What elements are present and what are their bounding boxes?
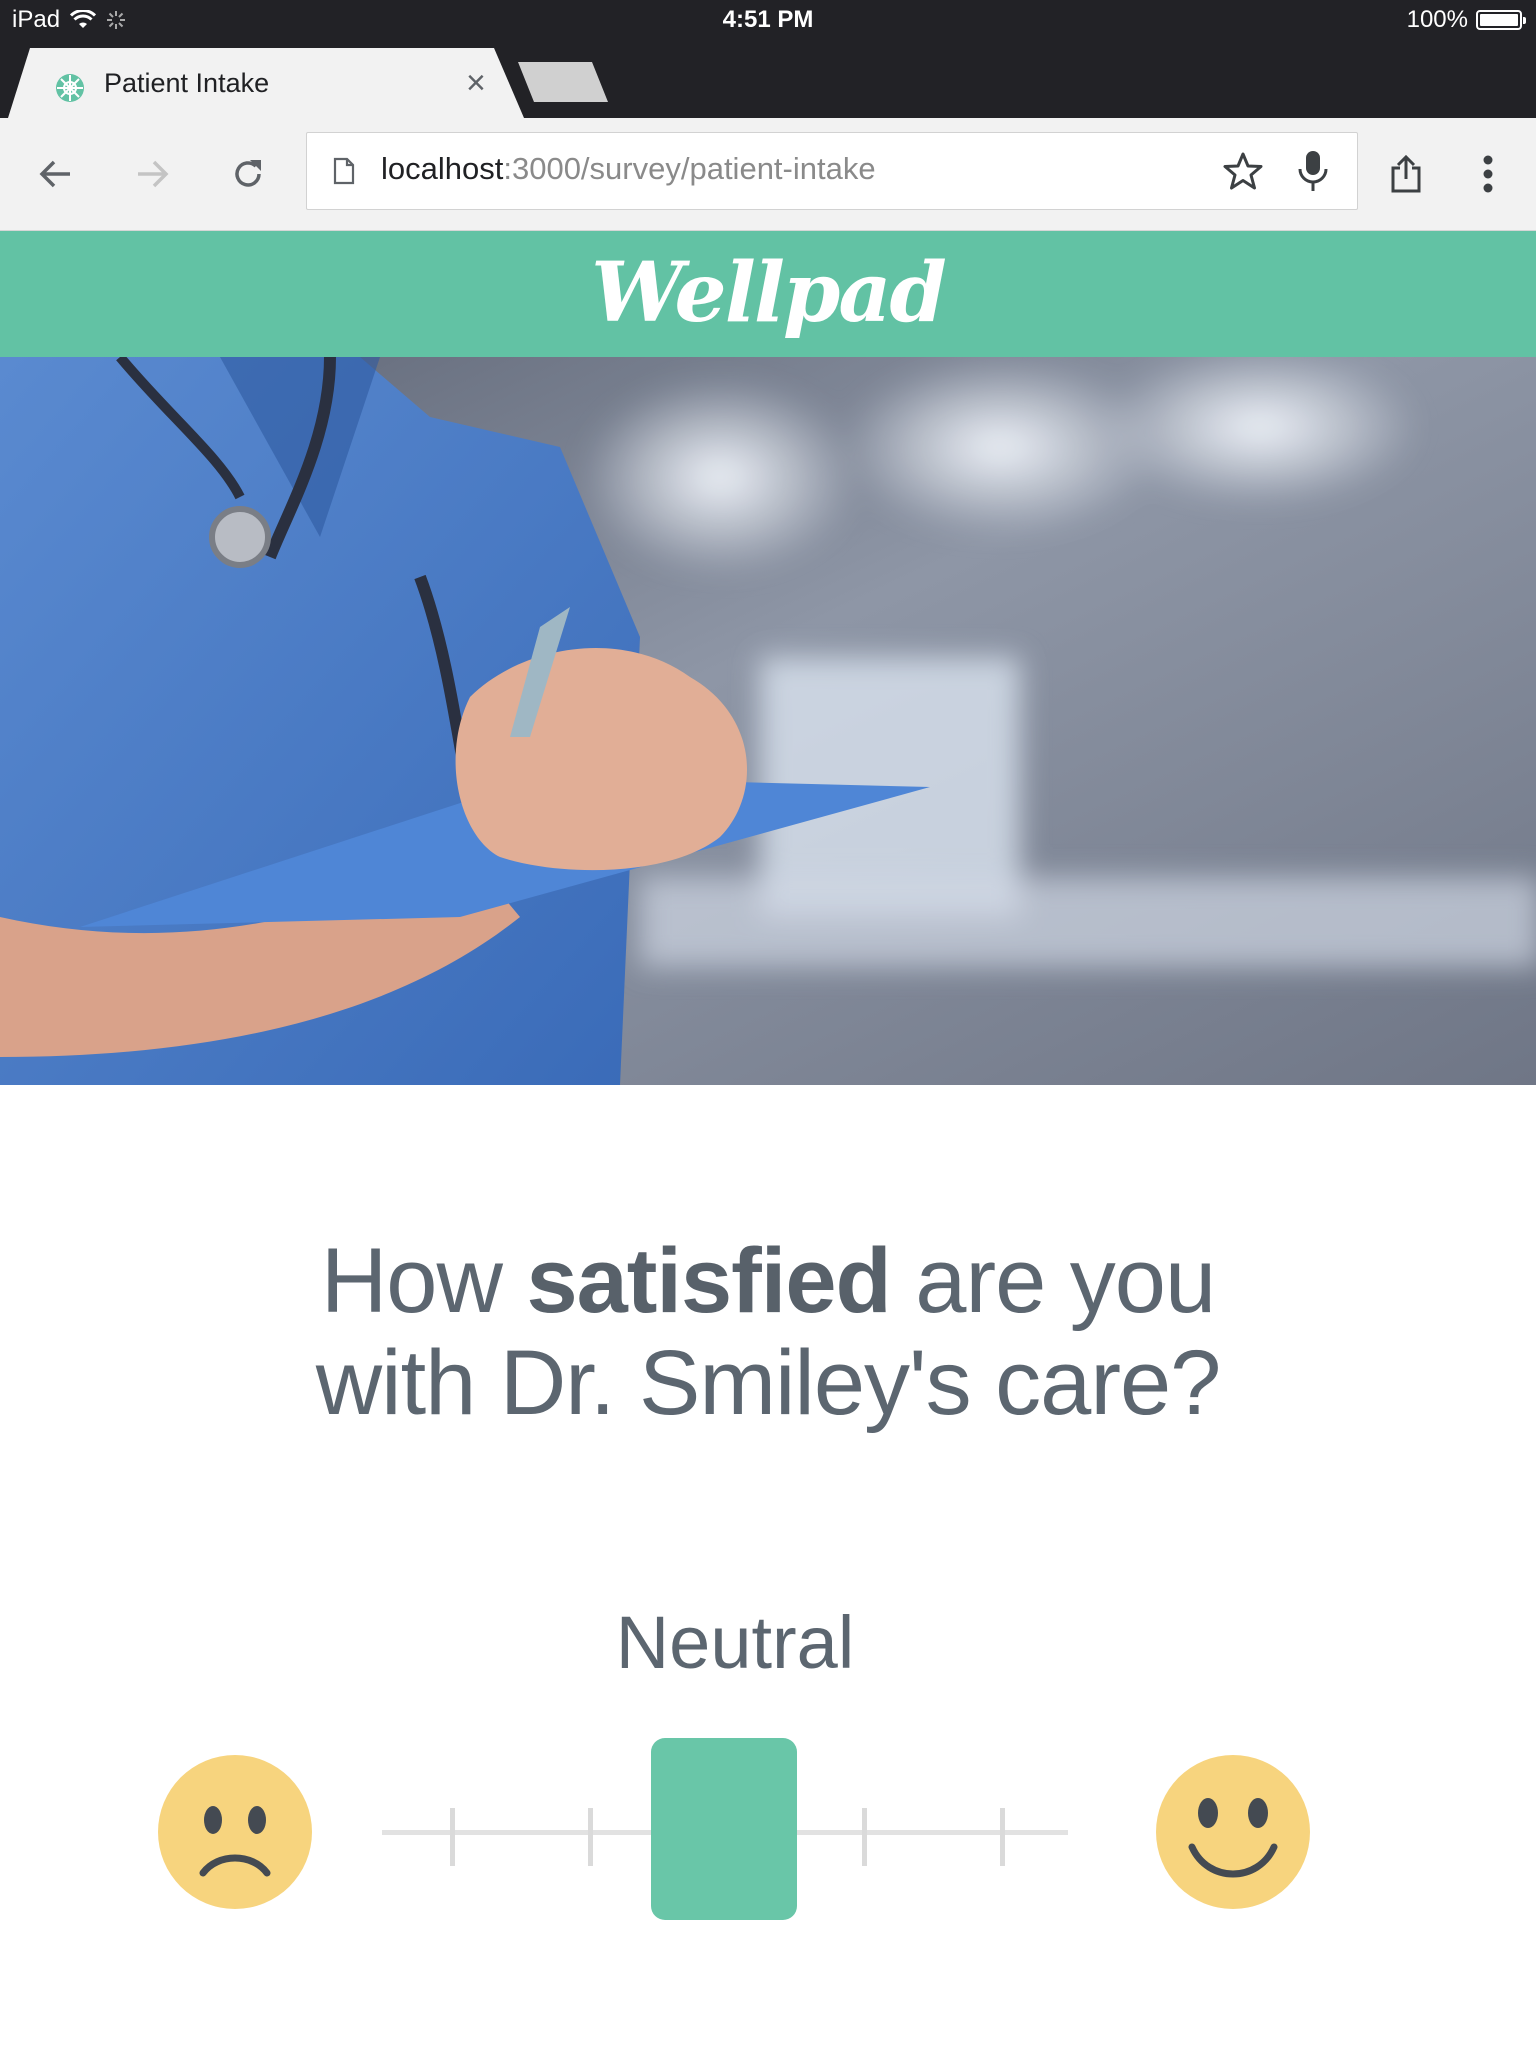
url-host: localhost	[381, 151, 504, 186]
bookmark-star-icon[interactable]	[1223, 151, 1263, 191]
more-vertical-icon	[1483, 155, 1493, 193]
satisfaction-slider-thumb[interactable]	[651, 1738, 797, 1920]
arrow-right-icon	[138, 160, 169, 188]
favicon-icon	[56, 74, 84, 102]
slider-tick	[862, 1808, 867, 1866]
tab-patient-intake[interactable]: Patient Intake ×	[8, 48, 524, 118]
question-text-pre: How	[320, 1230, 527, 1332]
slider-tick	[588, 1808, 593, 1866]
tab-strip: Patient Intake ×	[0, 44, 1536, 118]
url-text[interactable]: localhost:3000/survey/patient-intake	[381, 151, 876, 187]
status-time: 4:51 PM	[722, 6, 814, 33]
arrow-left-icon	[39, 160, 70, 188]
share-icon	[1391, 154, 1421, 193]
sad-face-graphic	[199, 1806, 271, 1877]
back-button[interactable]	[30, 148, 82, 200]
hero-image	[0, 357, 1536, 1085]
address-bar[interactable]: localhost:3000/survey/patient-intake	[306, 132, 1358, 210]
new-tab-button[interactable]	[518, 62, 608, 102]
tab-title: Patient Intake	[104, 68, 270, 98]
slider-tick	[450, 1808, 455, 1866]
brand-logo: Wellpad	[591, 245, 947, 341]
microphone-icon[interactable]	[1295, 149, 1331, 193]
rating-value-label: Neutral	[615, 1601, 855, 1684]
battery-percent: 100%	[1406, 6, 1468, 33]
battery-icon	[1476, 10, 1526, 30]
status-bar: iPad 4:51 PM 100%	[0, 0, 1536, 44]
menu-button[interactable]	[1462, 148, 1514, 200]
browser-toolbar: localhost:3000/survey/patient-intake	[0, 118, 1536, 231]
url-path: :3000/survey/patient-intake	[503, 151, 876, 186]
slider-tick	[1000, 1808, 1005, 1866]
forward-button[interactable]	[126, 148, 178, 200]
happy-face-icon[interactable]	[1156, 1755, 1310, 1909]
share-button[interactable]	[1380, 148, 1432, 200]
question-line-1: How satisfied are you	[0, 1230, 1536, 1332]
reload-icon	[235, 160, 261, 187]
tab-close-icon[interactable]: ×	[466, 64, 486, 103]
question-line-2: with Dr. Smiley's care?	[315, 1332, 1222, 1434]
happy-face-graphic	[1188, 1798, 1278, 1878]
reload-button[interactable]	[222, 148, 274, 200]
sad-face-icon[interactable]	[158, 1755, 312, 1909]
doctor-with-clipboard-image	[0, 357, 1536, 1085]
brand-header: Wellpad	[0, 231, 1536, 357]
question-emphasis: satisfied	[526, 1230, 891, 1332]
status-bar-right: 100%	[1406, 6, 1526, 34]
page-document-icon	[333, 157, 355, 185]
survey-question: How satisfied are you with Dr. Smiley's …	[0, 1230, 1536, 1434]
question-text-post: are you	[890, 1230, 1216, 1332]
